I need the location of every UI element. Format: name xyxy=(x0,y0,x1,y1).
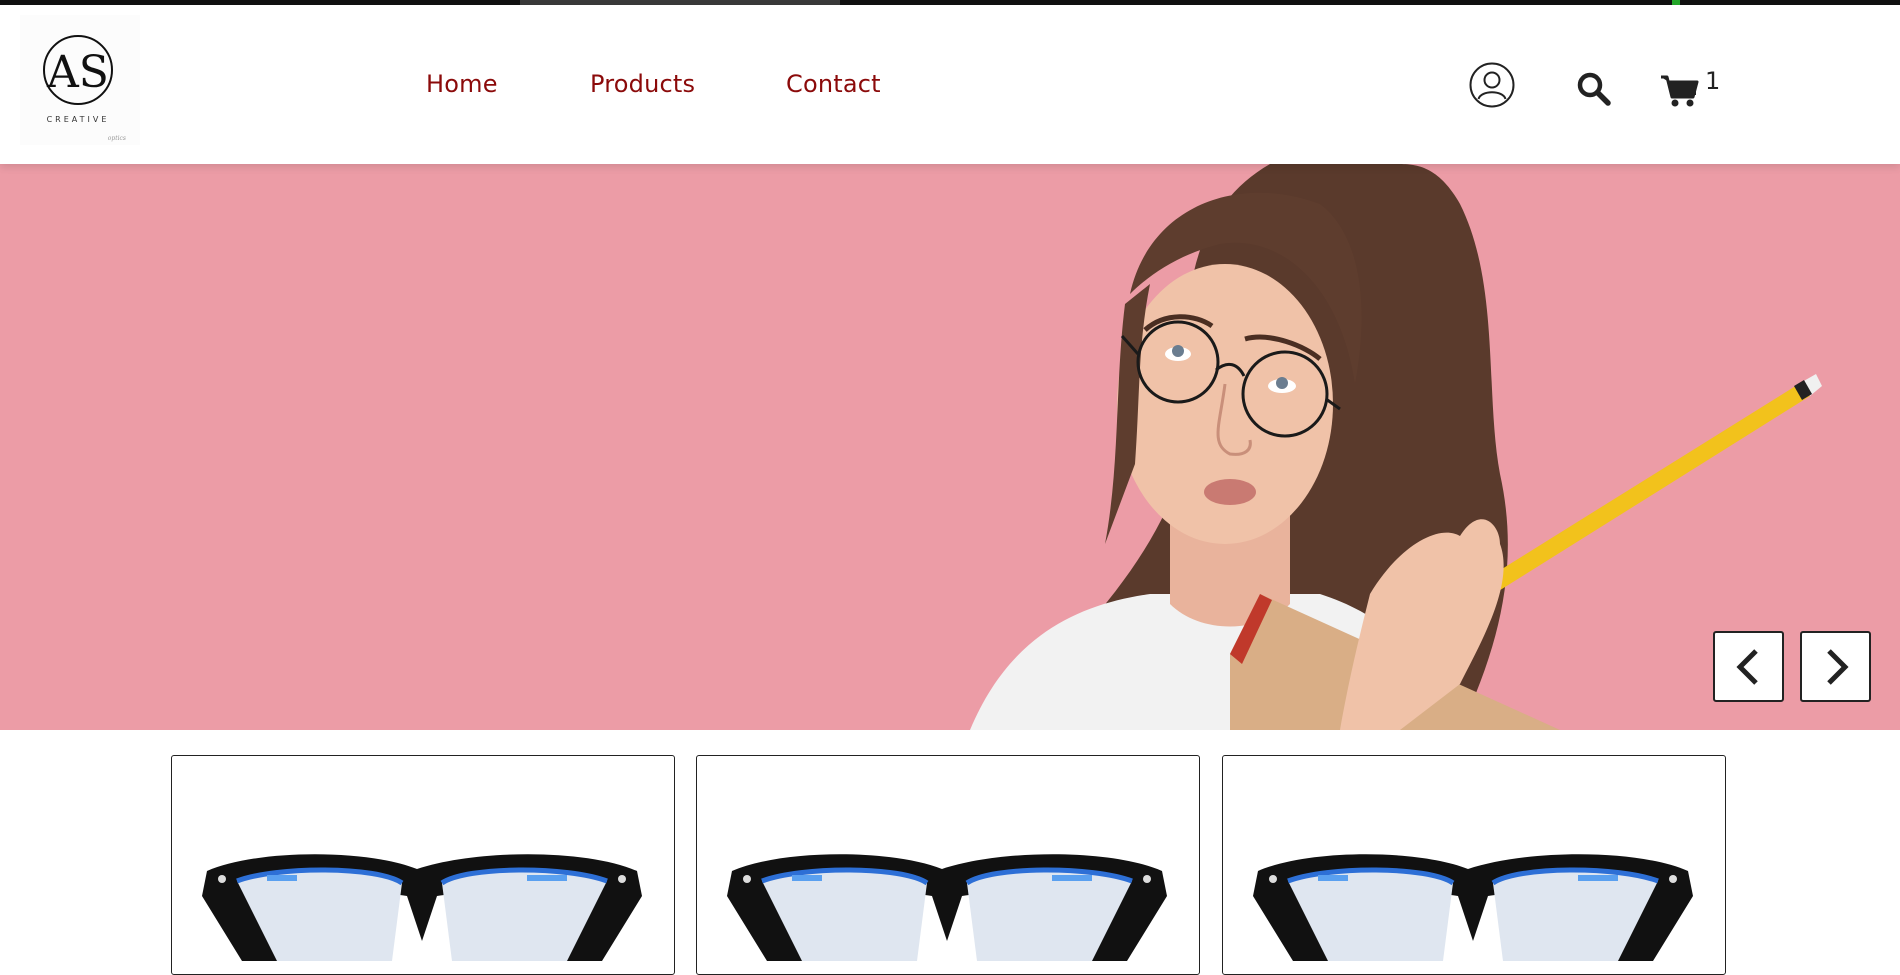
nav-contact[interactable]: Contact xyxy=(786,70,881,98)
site-header: AS CREATIVE optics Home Products Contact xyxy=(0,5,1900,164)
search-button[interactable] xyxy=(1576,71,1612,112)
user-circle-icon xyxy=(1469,62,1515,108)
product-card[interactable] xyxy=(696,755,1200,975)
account-button[interactable] xyxy=(1469,62,1515,113)
nav-home[interactable]: Home xyxy=(426,70,498,98)
cart-count-badge: 1 xyxy=(1705,67,1721,95)
eyeglasses-image xyxy=(727,854,1167,961)
eyeglasses-image xyxy=(1253,854,1693,961)
logo-mark: AS CREATIVE optics xyxy=(20,15,140,145)
product-card[interactable] xyxy=(1222,755,1726,975)
svg-text:AS: AS xyxy=(46,47,109,98)
brand-logo[interactable]: AS CREATIVE optics xyxy=(20,15,140,145)
carousel-prev-button[interactable] xyxy=(1713,631,1784,702)
chevron-left-icon xyxy=(1735,648,1758,685)
product-card[interactable] xyxy=(171,755,675,975)
carousel-next-button[interactable] xyxy=(1800,631,1871,702)
svg-text:optics: optics xyxy=(108,135,126,142)
search-icon xyxy=(1577,72,1611,106)
hero-banner xyxy=(0,164,1900,730)
cart-button[interactable] xyxy=(1660,72,1700,115)
svg-text:CREATIVE: CREATIVE xyxy=(47,115,110,124)
chevron-right-icon xyxy=(1826,648,1849,685)
nav-products[interactable]: Products xyxy=(590,70,695,98)
eyeglasses-image xyxy=(202,854,642,961)
shopping-cart-icon xyxy=(1661,75,1699,107)
